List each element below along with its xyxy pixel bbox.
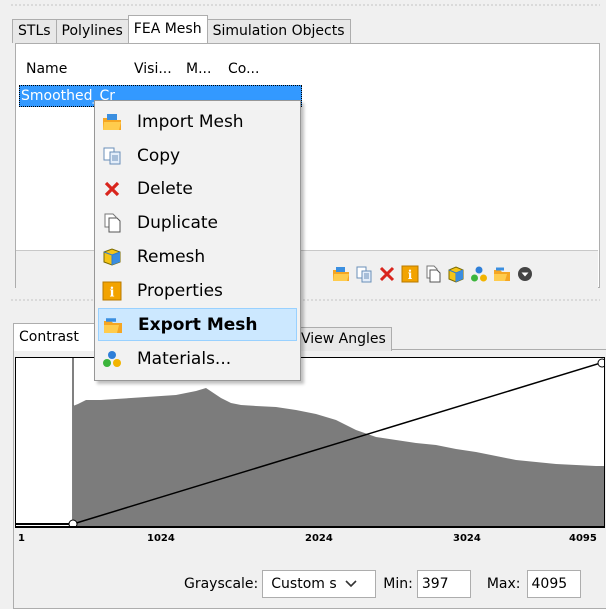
min-handle[interactable] <box>68 519 78 527</box>
max-label: Max: <box>486 576 521 592</box>
tick-label: 1024 <box>147 533 175 544</box>
tick-label: 4095 <box>569 533 597 544</box>
tick-label: 1 <box>18 533 25 544</box>
menu-item-label: Copy <box>137 145 181 166</box>
column-visible[interactable]: Visi... <box>125 56 177 82</box>
menu-item-duplicate[interactable]: Duplicate <box>98 206 297 239</box>
grayscale-label: Grayscale: <box>184 576 259 592</box>
min-input[interactable]: 397 <box>416 570 471 598</box>
menu-item-label: Remesh <box>137 246 206 267</box>
svg-text:i: i <box>110 285 115 300</box>
menu-item-label: Delete <box>137 178 193 199</box>
info-icon[interactable]: i <box>401 265 419 283</box>
materials-icon <box>102 349 122 369</box>
folder-open-icon <box>102 112 122 132</box>
export-icon <box>103 315 123 335</box>
tab-stls[interactable]: STLs <box>12 19 57 43</box>
info-icon: i <box>102 281 122 301</box>
grayscale-row: Grayscale: Custom s Min: 397 Max: 4095 <box>184 570 581 598</box>
cube-icon <box>102 247 122 267</box>
menu-item-properties[interactable]: i Properties <box>98 274 297 307</box>
import-folder-icon[interactable] <box>332 265 350 283</box>
menu-item-label: Import Mesh <box>137 111 244 132</box>
copy-icon[interactable] <box>355 265 373 283</box>
menu-item-delete[interactable]: Delete <box>98 172 297 205</box>
copy-icon <box>102 146 122 166</box>
menu-item-label: Materials... <box>137 348 232 369</box>
min-label: Min: <box>383 576 413 592</box>
menu-item-remesh[interactable]: Remesh <box>98 240 297 273</box>
app-window: STLs Polylines FEA Mesh Simulation Objec… <box>0 0 606 609</box>
splitter-top[interactable] <box>10 4 600 6</box>
tab-view-angles[interactable]: View Angles <box>295 327 392 351</box>
tick-label: 2024 <box>305 533 333 544</box>
histogram-svg <box>16 358 605 527</box>
histogram-axis: 1 1024 2024 3024 4095 <box>15 527 605 555</box>
delete-x-icon <box>102 179 122 199</box>
grayscale-select[interactable]: Custom s <box>262 570 377 598</box>
max-input[interactable]: 4095 <box>526 570 581 598</box>
tab-contrast[interactable]: Contrast <box>13 323 95 351</box>
histogram-plot[interactable] <box>15 357 605 527</box>
menu-item-label: Export Mesh <box>138 314 258 335</box>
top-tab-strip: STLs Polylines FEA Mesh Simulation Objec… <box>12 15 351 43</box>
list-header: Name Visi... M... Co... <box>17 56 267 82</box>
menu-item-copy[interactable]: Copy <box>98 139 297 172</box>
tab-polylines[interactable]: Polylines <box>55 19 129 43</box>
tab-simulation-objects[interactable]: Simulation Objects <box>206 19 351 43</box>
menu-item-label: Properties <box>137 280 223 301</box>
chevron-down-icon <box>345 571 357 597</box>
histogram-bars <box>73 388 604 526</box>
export-icon[interactable] <box>493 265 511 283</box>
duplicate-icon[interactable] <box>424 265 442 283</box>
svg-text:i: i <box>408 268 413 282</box>
column-name[interactable]: Name <box>17 56 125 82</box>
delete-icon[interactable] <box>378 265 396 283</box>
grayscale-select-value: Custom s <box>271 576 337 592</box>
tab-fea-mesh[interactable]: FEA Mesh <box>127 15 208 43</box>
max-handle[interactable] <box>597 358 605 368</box>
menu-item-import-mesh[interactable]: Import Mesh <box>98 105 297 138</box>
duplicate-icon <box>102 213 122 233</box>
context-menu: Import Mesh Copy Delete Duplicate Remesh <box>94 100 301 381</box>
column-mesh[interactable]: M... <box>177 56 219 82</box>
menu-item-label: Duplicate <box>137 212 218 233</box>
dropdown-circle-icon[interactable] <box>516 265 534 283</box>
menu-item-export-mesh[interactable]: Export Mesh <box>98 308 297 341</box>
tick-label: 3024 <box>453 533 481 544</box>
menu-item-materials[interactable]: Materials... <box>98 342 297 375</box>
materials-icon[interactable] <box>470 265 488 283</box>
column-color[interactable]: Co... <box>219 56 267 82</box>
remesh-cube-icon[interactable] <box>447 265 465 283</box>
